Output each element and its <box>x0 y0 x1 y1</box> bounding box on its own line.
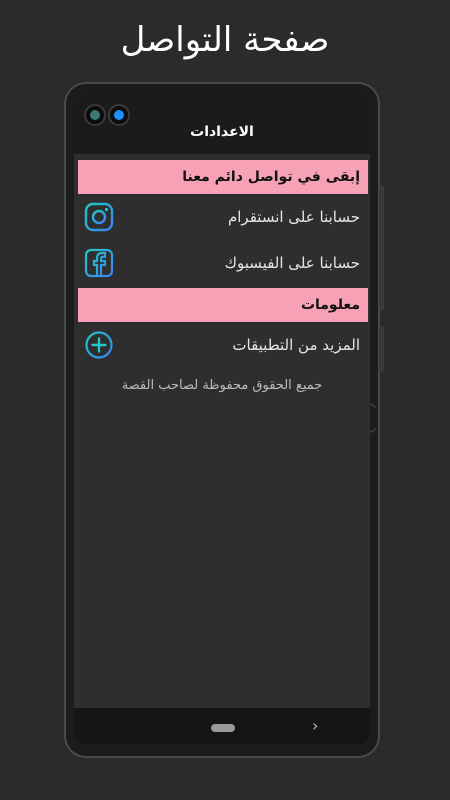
camera-icon <box>108 104 130 126</box>
home-button[interactable] <box>211 724 235 732</box>
app-bar-title: الاعدادات <box>190 124 254 140</box>
camera-icon <box>84 104 106 126</box>
list-item-facebook[interactable]: حسابنا على الفيسبوك <box>74 240 370 286</box>
list-item-more-apps[interactable]: المزيد من التطبيقات <box>74 322 370 368</box>
list-item-instagram[interactable]: حسابنا على انستقرام <box>74 194 370 240</box>
instagram-icon <box>84 202 114 232</box>
app-bar: الاعدادات <box>74 90 370 154</box>
plus-circle-icon <box>85 331 113 359</box>
page-title: صفحة التواصل <box>120 20 330 60</box>
section-header-info: معلومات <box>78 288 368 322</box>
facebook-icon <box>84 248 114 278</box>
power-button <box>379 326 384 372</box>
list-item-label: حسابنا على انستقرام <box>227 208 360 226</box>
volume-button <box>379 186 384 310</box>
list-item-label: المزيد من التطبيقات <box>232 336 360 354</box>
navigation-bar: › <box>74 708 370 744</box>
chevron-right-icon[interactable]: › <box>312 716 318 735</box>
section-header-contact: إبقى في تواصل دائم معنا <box>78 160 368 194</box>
app-screen: الاعدادات إبقى في تواصل دائم معنا حسابنا… <box>74 90 370 744</box>
credits-text: جميع الحقوق محفوظة لصاحب القصة <box>121 378 323 393</box>
list-item-label: حسابنا على الفيسبوك <box>224 254 360 272</box>
